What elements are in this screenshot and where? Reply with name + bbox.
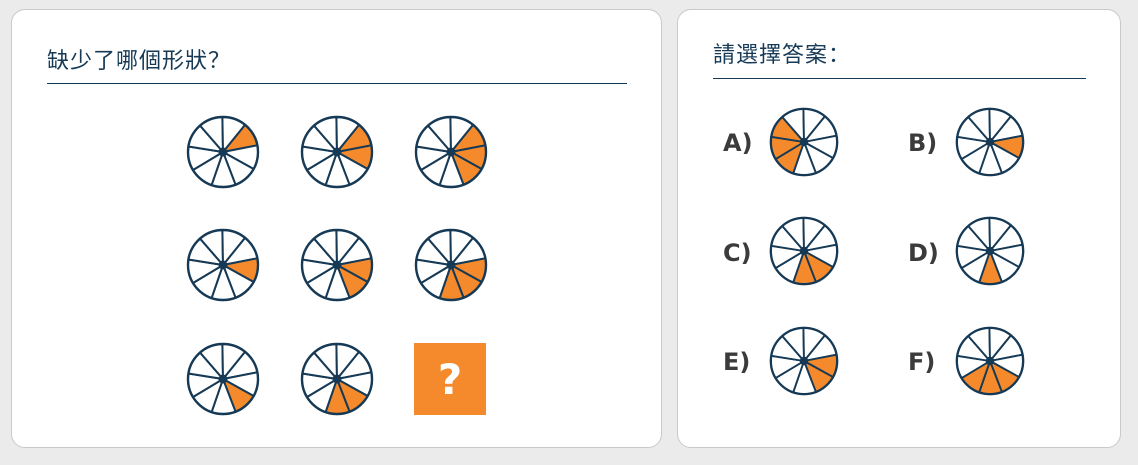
answer-panel: 請選擇答案： A) B) C) D) E) F) bbox=[677, 9, 1121, 448]
grid-cell-r3-c1 bbox=[185, 341, 261, 417]
wheel-hub bbox=[985, 356, 995, 366]
grid-cell-r1-c2 bbox=[299, 114, 375, 190]
pie-wheel bbox=[769, 326, 839, 396]
pie-wheel bbox=[186, 342, 260, 416]
wheel-hub bbox=[332, 260, 342, 270]
missing-shape-placeholder: ? bbox=[414, 343, 486, 415]
pie-wheel bbox=[414, 115, 488, 189]
wheel-hub bbox=[799, 356, 809, 366]
pie-wheel bbox=[300, 228, 374, 302]
title-divider bbox=[713, 78, 1086, 79]
wheel-hub bbox=[799, 137, 809, 147]
pie-wheel bbox=[300, 115, 374, 189]
option-d-label[interactable]: D) bbox=[908, 239, 939, 267]
wheel-hub bbox=[332, 147, 342, 157]
grid-cell-r1-c1 bbox=[185, 114, 261, 190]
grid-cell-r2-c1 bbox=[185, 227, 261, 303]
puzzle-panel: 缺少了哪個形狀？ ? bbox=[11, 9, 662, 448]
pie-wheel bbox=[414, 228, 488, 302]
pie-wheel bbox=[955, 326, 1025, 396]
pie-wheel bbox=[186, 115, 260, 189]
option-e-wheel[interactable] bbox=[768, 325, 840, 397]
option-a-label[interactable]: A) bbox=[723, 129, 753, 157]
answer-title: 請選擇答案： bbox=[713, 43, 852, 68]
option-e-label[interactable]: E) bbox=[723, 348, 750, 376]
option-f-label[interactable]: F) bbox=[908, 348, 935, 376]
title-divider bbox=[47, 83, 627, 84]
pie-wheel bbox=[186, 228, 260, 302]
pie-wheel bbox=[300, 342, 374, 416]
option-d-wheel[interactable] bbox=[954, 215, 1026, 287]
pie-wheel bbox=[769, 216, 839, 286]
option-c-label[interactable]: C) bbox=[723, 239, 752, 267]
wheel-hub bbox=[218, 260, 228, 270]
grid-cell-r2-c2 bbox=[299, 227, 375, 303]
grid-cell-r2-c3 bbox=[413, 227, 489, 303]
option-f-wheel[interactable] bbox=[954, 325, 1026, 397]
wheel-hub bbox=[332, 374, 342, 384]
wheel-hub bbox=[799, 246, 809, 256]
wheel-hub bbox=[218, 374, 228, 384]
wheel-hub bbox=[218, 147, 228, 157]
grid-cell-r1-c3 bbox=[413, 114, 489, 190]
wheel-hub bbox=[985, 246, 995, 256]
grid-cell-r3-c2 bbox=[299, 341, 375, 417]
option-a-wheel[interactable] bbox=[768, 106, 840, 178]
wheel-hub bbox=[446, 147, 456, 157]
option-b-label[interactable]: B) bbox=[908, 129, 937, 157]
option-b-wheel[interactable] bbox=[954, 106, 1026, 178]
option-c-wheel[interactable] bbox=[768, 215, 840, 287]
wheel-hub bbox=[985, 137, 995, 147]
pie-wheel bbox=[955, 107, 1025, 177]
puzzle-title: 缺少了哪個形狀？ bbox=[47, 49, 232, 74]
wheel-hub bbox=[446, 260, 456, 270]
pie-wheel bbox=[955, 216, 1025, 286]
pie-wheel bbox=[769, 107, 839, 177]
